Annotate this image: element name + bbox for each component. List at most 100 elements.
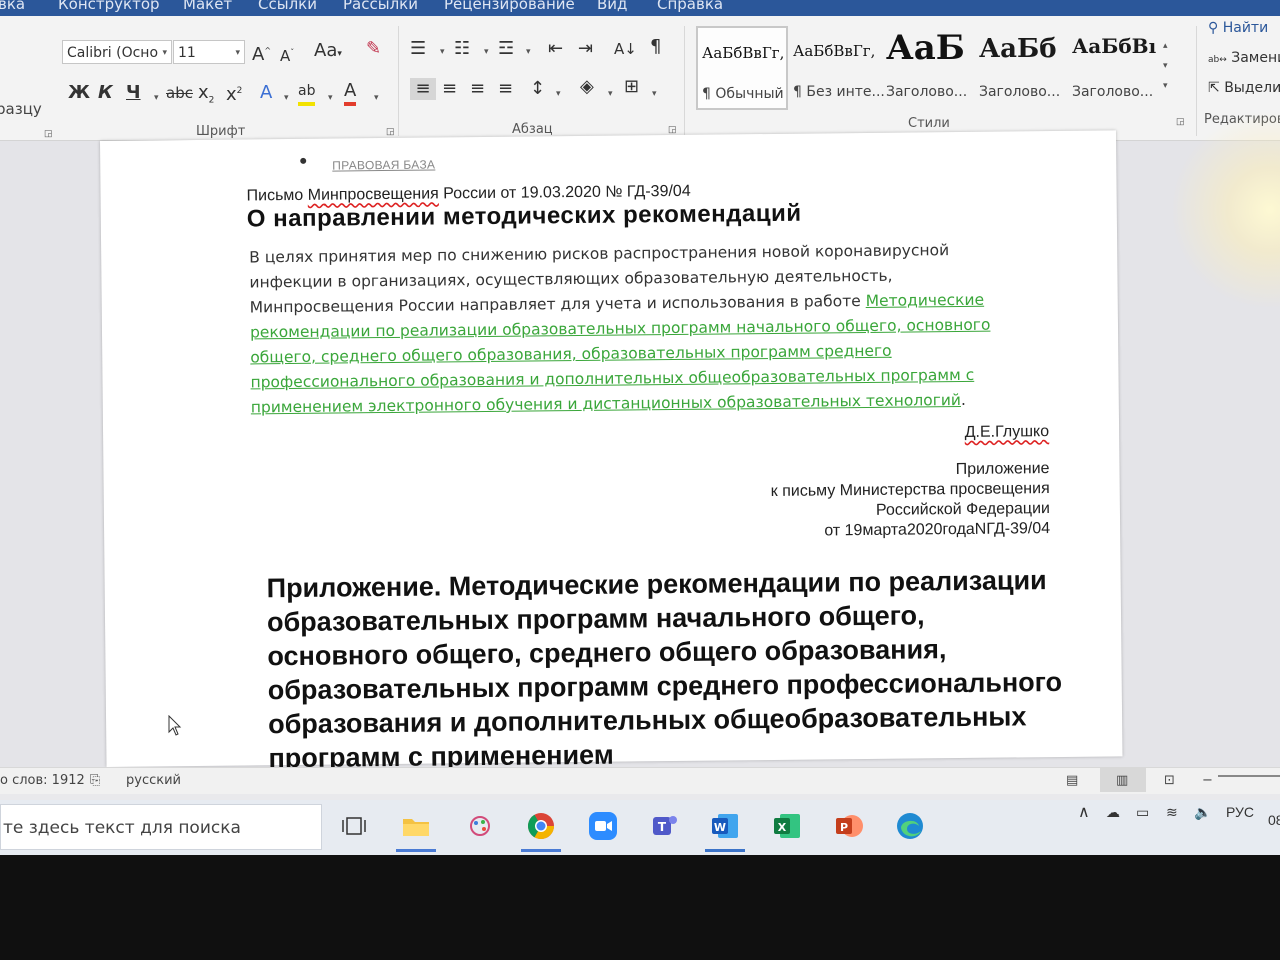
gallery-more-icon[interactable]: ▾ (1163, 80, 1168, 91)
chevron-down-icon[interactable]: ▾ (328, 92, 333, 103)
change-case-icon[interactable]: Aa▾ (314, 40, 342, 65)
clear-format-icon[interactable]: ✎ (366, 38, 381, 60)
increase-indent-icon[interactable]: ⇥ (578, 38, 593, 60)
breadcrumb[interactable]: ПРАВОВАЯ БАЗА (332, 157, 435, 172)
font-name-combo[interactable]: Calibri (Осно ▾ (62, 40, 172, 64)
styles-launcher-icon[interactable]: ◲ (1176, 116, 1185, 127)
chevron-down-icon[interactable]: ▾ (1163, 60, 1168, 71)
task-view-icon[interactable] (334, 808, 374, 844)
italic-icon[interactable]: К (98, 82, 113, 104)
chevron-down-icon[interactable]: ▾ (374, 92, 379, 103)
shading-icon[interactable]: ◈ (580, 76, 594, 98)
volume-icon[interactable]: 🔈 (1194, 804, 1211, 821)
chevron-down-icon[interactable]: ▾ (284, 92, 289, 103)
numbering-icon[interactable]: ☷ (454, 38, 470, 60)
align-left-icon[interactable]: ≡ (410, 78, 436, 100)
multilevel-list-icon[interactable]: ☲ (498, 38, 514, 60)
chevron-down-icon[interactable]: ▾ (154, 92, 159, 103)
subscript-icon[interactable]: x2 (198, 82, 214, 112)
tab-7[interactable]: Справка (657, 0, 723, 13)
style-4[interactable]: АаБбВı Заголово... (1068, 26, 1156, 106)
style-3[interactable]: АаБб Заголово... (975, 26, 1063, 106)
chevron-down-icon[interactable]: ▾ (652, 88, 657, 99)
style-0[interactable]: АаБбВвГг, ¶ Обычный (696, 26, 788, 110)
strikethrough-icon[interactable]: abc (166, 82, 193, 104)
chevron-up-icon[interactable]: ▴ (1163, 40, 1168, 51)
zoom-slider[interactable] (1218, 775, 1280, 777)
align-right-icon[interactable]: ≡ (470, 78, 485, 100)
grow-font-icon[interactable]: A^ (252, 40, 271, 66)
font-size-combo[interactable]: 11 ▾ (173, 40, 245, 64)
word-icon[interactable]: W (705, 808, 745, 852)
powerpoint-icon[interactable]: P (829, 808, 869, 844)
text-effects-icon[interactable]: A (260, 82, 272, 104)
svg-text:W: W (714, 821, 726, 834)
ribbon-tabs: вка Конструктор Макет Ссылки Рассылки Рецензи… (0, 0, 1280, 16)
chevron-down-icon[interactable]: ▾ (440, 46, 445, 57)
align-center-icon[interactable]: ≡ (442, 78, 457, 100)
tab-5[interactable]: Рецензирование (444, 0, 575, 13)
bold-icon[interactable]: Ж (68, 82, 90, 104)
justify-icon[interactable]: ≡ (498, 78, 513, 100)
clock[interactable]: 08 (1268, 812, 1280, 828)
read-mode-icon[interactable]: ▤ (1066, 773, 1078, 788)
tab-1[interactable]: Конструктор (58, 0, 160, 13)
chrome-icon[interactable] (521, 808, 561, 852)
zoom-icon[interactable] (583, 808, 623, 844)
underline-icon[interactable]: Ч (126, 82, 141, 104)
replace-icon: ab↔ (1208, 55, 1227, 65)
sort-icon[interactable]: A↓ (614, 38, 637, 60)
style-preview: АаБбВвГг, (793, 42, 876, 60)
style-preview: АаБб (979, 34, 1057, 64)
paint-app-icon[interactable] (460, 808, 500, 844)
bullets-icon[interactable]: ☰ (410, 38, 426, 60)
chevron-down-icon: ▾ (235, 48, 240, 58)
tab-6[interactable]: Вид (597, 0, 627, 13)
style-1[interactable]: АаБбВвГг, ¶ Без инте... (789, 26, 885, 106)
battery-icon[interactable]: ▭ (1136, 804, 1149, 821)
tab-3[interactable]: Ссылки (258, 0, 317, 13)
document-page[interactable]: ПРАВОВАЯ БАЗА Письмо Минпросвещения Росс… (100, 130, 1123, 773)
select-button[interactable]: ⇱ Выдели (1208, 80, 1280, 96)
clipboard-launcher-icon[interactable]: ◲ (44, 128, 53, 139)
input-language[interactable]: РУС (1226, 804, 1254, 820)
font-launcher-icon[interactable]: ◲ (386, 126, 395, 137)
onedrive-icon[interactable]: ☁ (1106, 804, 1120, 821)
signature: Д.Е.Глушко (964, 423, 1050, 441)
chevron-down-icon[interactable]: ▾ (556, 88, 561, 99)
style-2[interactable]: АаБ Заголово... (882, 26, 970, 106)
teams-icon[interactable]: T (644, 808, 684, 844)
superscript-icon[interactable]: x2 (226, 80, 242, 106)
tab-2[interactable]: Макет (183, 0, 232, 13)
decrease-indent-icon[interactable]: ⇤ (548, 38, 563, 60)
word-count[interactable]: о слов: 1912 (0, 773, 85, 788)
tab-0[interactable]: вка (0, 0, 25, 13)
wifi-icon[interactable]: ≋ (1166, 804, 1178, 821)
font-name-value: Calibri (Осно (67, 45, 159, 61)
find-button[interactable]: ⚲ Найти (1208, 20, 1268, 36)
excel-icon[interactable]: X (767, 808, 807, 844)
tab-4[interactable]: Рассылки (343, 0, 418, 13)
line-spacing-icon[interactable]: ↕ (530, 78, 545, 100)
web-layout-icon[interactable]: ⊡ (1164, 773, 1175, 788)
style-name: Заголово... (1072, 84, 1154, 100)
edge-icon[interactable] (890, 808, 930, 844)
chevron-down-icon[interactable]: ▾ (526, 46, 531, 57)
pilcrow-icon[interactable]: ¶ (650, 36, 661, 58)
language-indicator[interactable]: русский (126, 773, 181, 788)
taskbar-search-input[interactable]: те здесь текст для поиска (0, 804, 322, 850)
chevron-down-icon[interactable]: ▾ (608, 88, 613, 99)
format-painter-label[interactable]: разцу (0, 98, 42, 120)
proofing-icon[interactable]: ⎘ (90, 773, 100, 788)
chevron-up-icon[interactable]: ∧ (1078, 802, 1090, 822)
font-color-icon[interactable]: A (344, 80, 357, 106)
paragraph-launcher-icon[interactable]: ◲ (668, 124, 677, 135)
document-area[interactable]: ПРАВОВАЯ БАЗА Письмо Минпросвещения Росс… (0, 130, 1280, 773)
zoom-out-icon[interactable]: − (1202, 773, 1213, 788)
chevron-down-icon[interactable]: ▾ (484, 46, 489, 57)
file-explorer-icon[interactable] (396, 808, 436, 852)
highlight-icon[interactable]: ab (298, 80, 316, 106)
shrink-font-icon[interactable]: Aˇ (280, 42, 294, 67)
replace-button[interactable]: ab↔ Замени (1208, 50, 1280, 66)
borders-icon[interactable]: ⊞ (624, 76, 639, 98)
